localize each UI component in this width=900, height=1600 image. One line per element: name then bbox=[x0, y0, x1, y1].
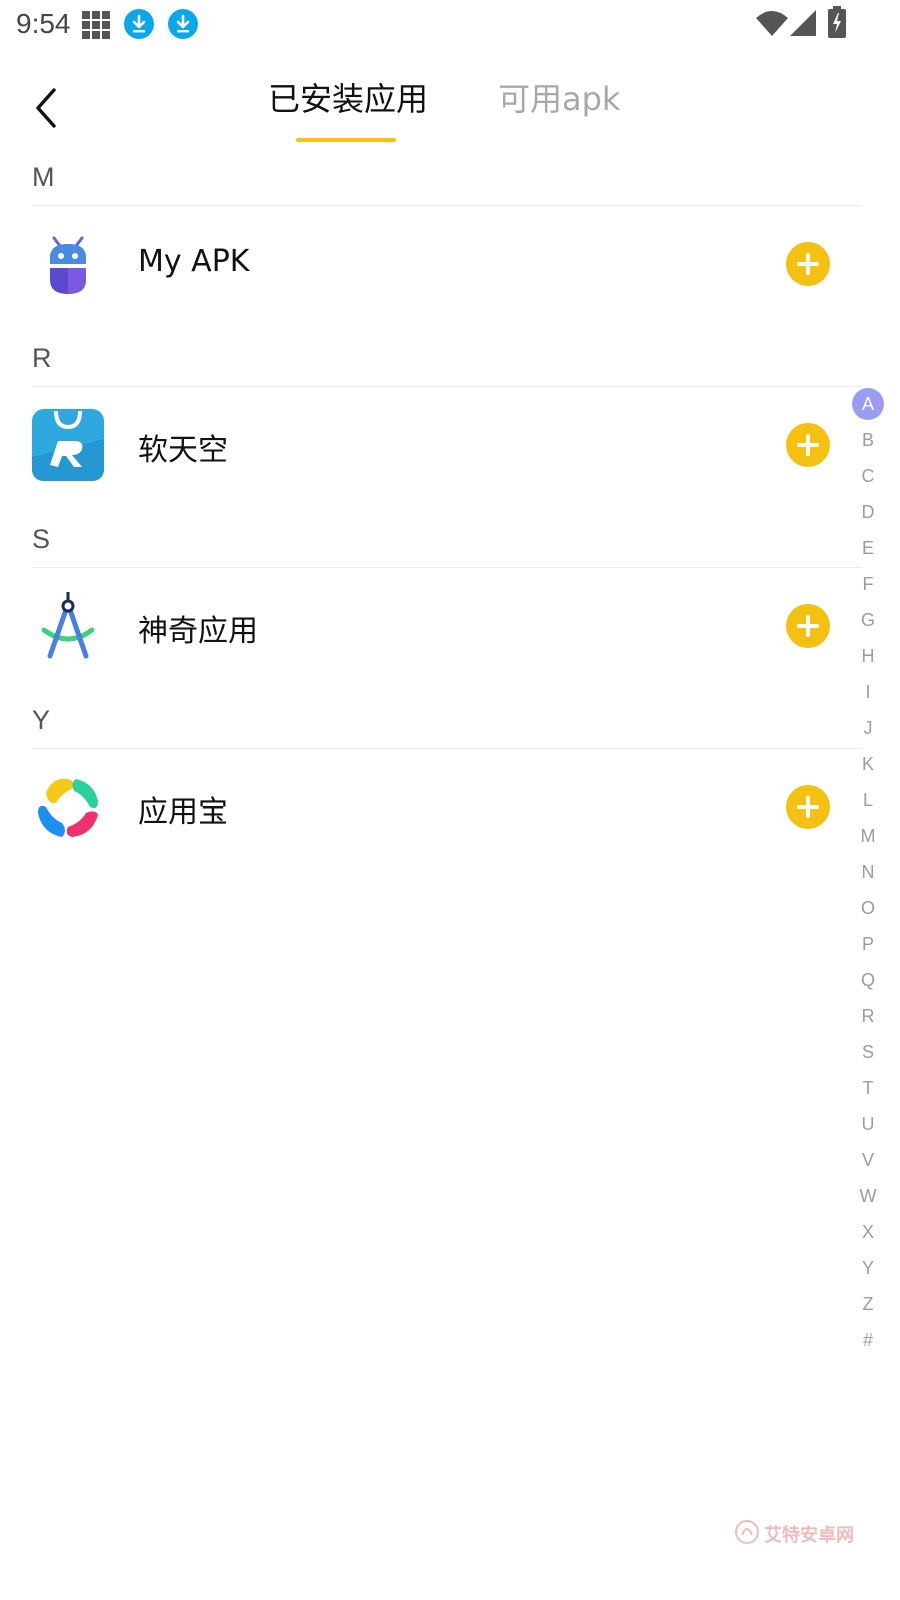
section-header: S bbox=[32, 512, 862, 568]
alphabet-index-letter[interactable]: S bbox=[850, 1034, 886, 1070]
alphabet-index-letter[interactable]: L bbox=[850, 782, 886, 818]
section-header: R bbox=[32, 331, 862, 387]
alphabet-index-letter[interactable]: Q bbox=[850, 962, 886, 998]
alphabet-index-letter[interactable]: V bbox=[850, 1142, 886, 1178]
section-r: R 软天空 bbox=[0, 331, 900, 512]
alphabet-index[interactable]: A B C D E F G H I J K L M N O P Q R S T U V W X Y Z # bbox=[850, 386, 886, 1358]
alphabet-index-letter[interactable]: K bbox=[850, 746, 886, 782]
yingyongbao-icon bbox=[38, 778, 98, 837]
status-bar: 9:54 bbox=[0, 0, 900, 50]
alphabet-index-letter[interactable]: A bbox=[852, 388, 884, 420]
header: 已安装应用 可用apk bbox=[0, 60, 900, 150]
app-name: My APK bbox=[138, 244, 250, 279]
alphabet-index-letter[interactable]: J bbox=[850, 710, 886, 746]
alphabet-index-letter[interactable]: Z bbox=[850, 1286, 886, 1322]
alphabet-index-letter[interactable]: N bbox=[850, 854, 886, 890]
section-letter: R bbox=[32, 343, 52, 373]
section-s: S 神奇应用 bbox=[0, 512, 900, 693]
section-header: M bbox=[32, 150, 862, 206]
wifi-icon bbox=[756, 11, 788, 36]
add-button[interactable] bbox=[786, 242, 830, 286]
alphabet-index-letter[interactable]: R bbox=[850, 998, 886, 1034]
alphabet-index-letter[interactable]: P bbox=[850, 926, 886, 962]
download-icon bbox=[124, 9, 154, 39]
alphabet-index-letter[interactable]: Y bbox=[850, 1250, 886, 1286]
add-button[interactable] bbox=[786, 423, 830, 467]
section-letter: M bbox=[32, 162, 55, 192]
list-item[interactable]: My APK bbox=[0, 206, 900, 331]
section-letter: S bbox=[32, 524, 51, 554]
alphabet-index-letter[interactable]: B bbox=[850, 422, 886, 458]
battery-charging-icon bbox=[828, 6, 846, 38]
app-name: 软天空 bbox=[138, 433, 228, 468]
alphabet-index-letter[interactable]: I bbox=[850, 674, 886, 710]
alphabet-index-letter[interactable]: D bbox=[850, 494, 886, 530]
section-m: M My APK bbox=[0, 150, 900, 331]
chevron-left-icon[interactable] bbox=[26, 74, 66, 134]
section-letter: Y bbox=[32, 705, 51, 735]
alphabet-index-letter[interactable]: # bbox=[850, 1322, 886, 1358]
alphabet-index-letter[interactable]: H bbox=[850, 638, 886, 674]
alphabet-index-letter[interactable]: U bbox=[850, 1106, 886, 1142]
alphabet-index-letter[interactable]: C bbox=[850, 458, 886, 494]
section-y: Y 应用宝 bbox=[0, 693, 900, 874]
grid-icon bbox=[82, 11, 110, 39]
android-studio-compass-icon bbox=[41, 592, 95, 659]
tab-available-apk[interactable]: 可用apk bbox=[498, 74, 620, 120]
add-button[interactable] bbox=[786, 785, 830, 829]
ruantiankong-icon bbox=[32, 409, 104, 481]
status-time: 9:54 bbox=[16, 8, 71, 39]
alphabet-index-letter[interactable]: T bbox=[850, 1070, 886, 1106]
alphabet-index-letter[interactable]: W bbox=[850, 1178, 886, 1214]
alphabet-index-letter[interactable]: E bbox=[850, 530, 886, 566]
watermark-logo-icon bbox=[735, 1520, 759, 1544]
tab-installed-apps[interactable]: 已安装应用 bbox=[268, 74, 428, 120]
list-item[interactable]: 应用宝 bbox=[0, 749, 900, 874]
download-icon bbox=[168, 9, 198, 39]
alphabet-index-letter[interactable]: M bbox=[850, 818, 886, 854]
signal-icon bbox=[790, 10, 816, 36]
alphabet-index-letter[interactable]: O bbox=[850, 890, 886, 926]
alphabet-index-letter[interactable]: G bbox=[850, 602, 886, 638]
app-name: 神奇应用 bbox=[138, 614, 258, 649]
app-name: 应用宝 bbox=[138, 795, 228, 830]
my-apk-robot-icon bbox=[50, 236, 86, 294]
watermark-text: 艾特安卓网 bbox=[764, 1525, 854, 1546]
list-item[interactable]: 神奇应用 bbox=[0, 568, 900, 693]
list-item[interactable]: 软天空 bbox=[0, 387, 900, 512]
add-button[interactable] bbox=[786, 604, 830, 648]
app-list: M My APK R 软天空 S 神奇应用 Y 应用宝 bbox=[0, 150, 900, 874]
alphabet-index-letter[interactable]: F bbox=[850, 566, 886, 602]
alphabet-index-letter[interactable]: X bbox=[850, 1214, 886, 1250]
active-tab-indicator bbox=[296, 138, 396, 142]
watermark: 艾特安卓网 bbox=[734, 1515, 854, 1549]
section-header: Y bbox=[32, 693, 862, 749]
